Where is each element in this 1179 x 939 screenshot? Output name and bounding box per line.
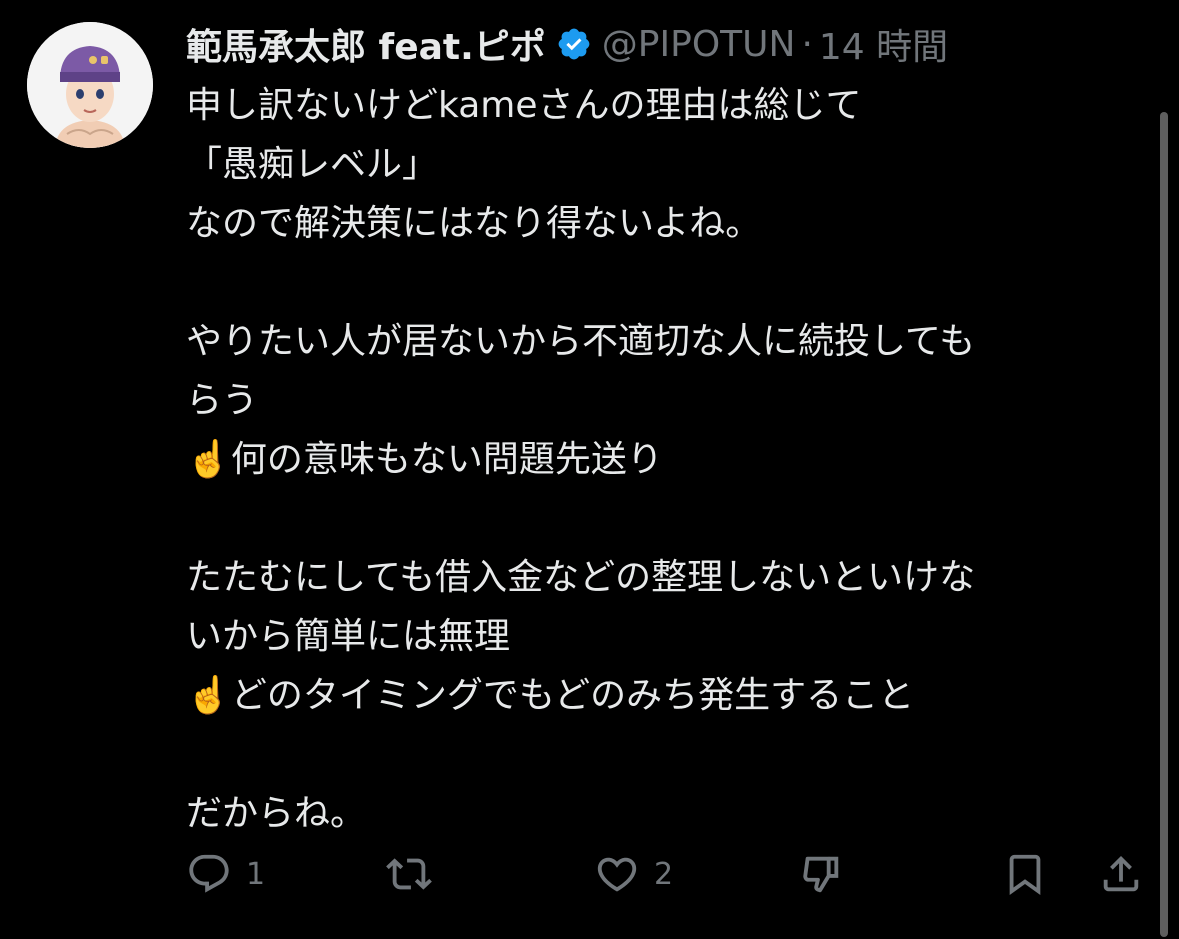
tweet-line: ☝️どのタイミングでもどのみち発生すること [186, 675, 915, 716]
reply-icon [189, 854, 229, 893]
share-icon [1103, 855, 1139, 892]
author-display-name[interactable]: 範馬承太郎 feat.ピポ [186, 18, 546, 70]
dislike-icon [803, 856, 839, 893]
avatar[interactable] [27, 22, 153, 148]
tweet-action-bar: 1 2 [186, 848, 1146, 900]
tweet-line: やりたい人が居ないから不適切な人に続投しても [186, 321, 976, 362]
dislike-button[interactable] [798, 848, 844, 900]
avatar-illustration [27, 22, 153, 148]
tweet-line: 申し訳ないけどkameさんの理由は総じて [186, 85, 862, 126]
tweet-timestamp[interactable]: 14 時間 [819, 18, 948, 70]
tweet-line: たたむにしても借入金などの整理しないといけな [186, 557, 976, 598]
share-button[interactable] [1098, 848, 1144, 900]
retweet-icon [386, 858, 432, 890]
bookmark-button[interactable] [1002, 848, 1048, 900]
retweet-button[interactable] [386, 848, 446, 900]
tweet-header: 範馬承太郎 feat.ピポ @PIPOTUN · 14 時間 [186, 18, 948, 70]
like-button[interactable]: 2 [594, 848, 673, 900]
tweet-line: いから簡単には無理 [186, 616, 511, 657]
tweet-line: だからね。 [186, 793, 367, 834]
bookmark-icon [1009, 854, 1041, 895]
tweet-line: らう [186, 380, 259, 421]
reply-count: 1 [246, 856, 266, 892]
reply-button[interactable]: 1 [186, 848, 265, 900]
tweet-line: 「愚痴レベル」 [186, 144, 439, 185]
author-handle[interactable]: @PIPOTUN [602, 24, 796, 65]
tweet-line: なので解決策にはなり得ないよね。 [186, 203, 762, 244]
verified-badge-icon[interactable] [556, 26, 592, 62]
heart-icon [597, 857, 637, 892]
like-count: 2 [654, 856, 674, 892]
scrollbar[interactable] [1160, 112, 1168, 937]
tweet-text: 申し訳ないけどkameさんの理由は総じて 「愚痴レベル」 なので解決策にはなり得… [186, 76, 1131, 843]
separator-dot: · [801, 23, 813, 65]
tweet-line: ☝️何の意味もない問題先送り [186, 439, 663, 480]
